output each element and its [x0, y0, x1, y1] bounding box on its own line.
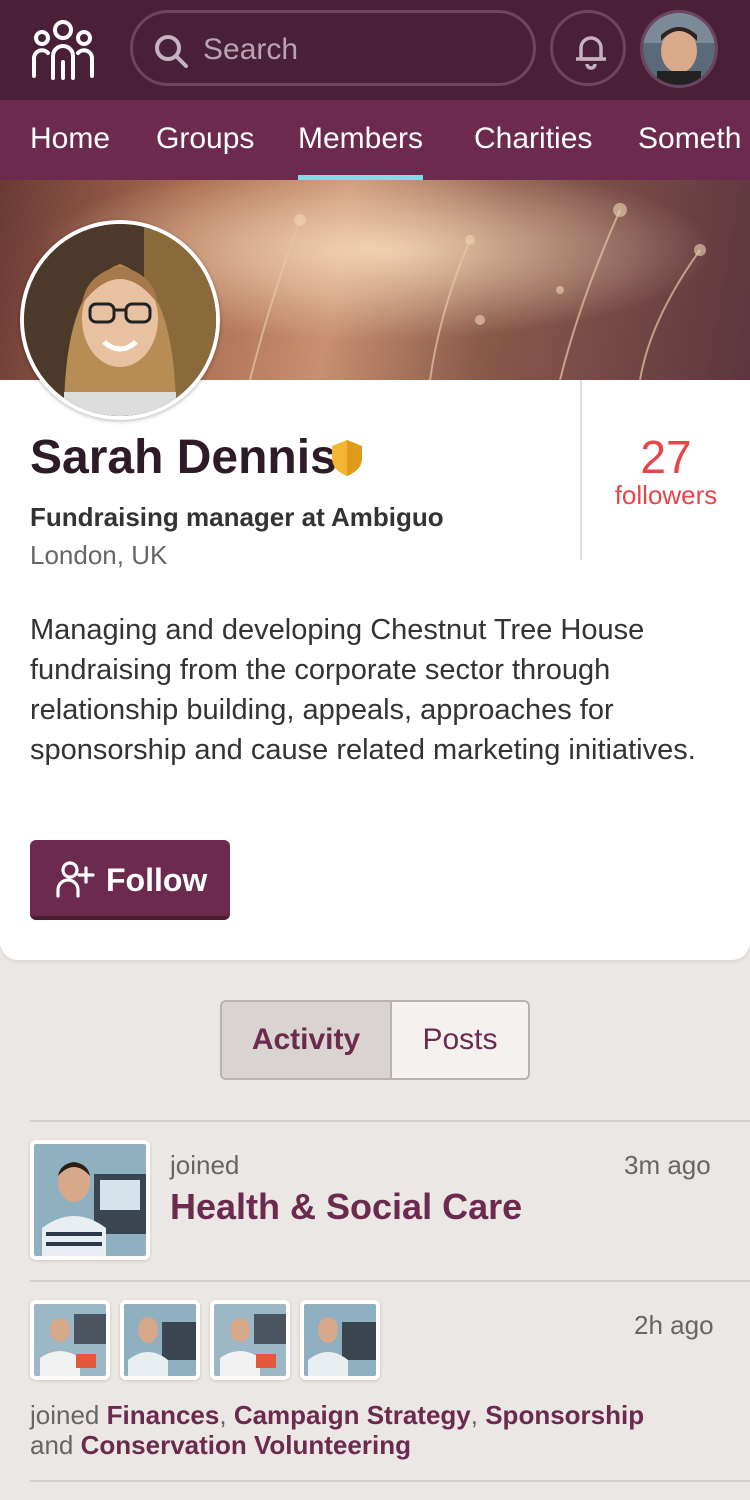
search-input[interactable]: [201, 27, 505, 73]
search-icon: [155, 35, 188, 68]
profile-name: Sarah Dennis: [30, 431, 337, 484]
search-bar[interactable]: [130, 10, 536, 86]
feed-group-link[interactable]: Sponsorship: [485, 1400, 644, 1430]
user-avatar[interactable]: [640, 10, 718, 88]
notifications-button[interactable]: [550, 10, 626, 86]
nav-item-home[interactable]: Home: [30, 100, 110, 180]
shield-icon: [330, 438, 364, 483]
feed-verb: joined: [170, 1150, 240, 1180]
nav-item-charities[interactable]: Charities: [474, 100, 592, 180]
nav-item-groups[interactable]: Groups: [156, 100, 254, 180]
followers-label[interactable]: followers: [582, 480, 750, 511]
followers-count[interactable]: 27: [582, 430, 750, 484]
tab-posts[interactable]: Posts: [392, 1002, 528, 1078]
feed-divider: [30, 1280, 750, 1282]
feed-verb: joined: [30, 1400, 100, 1430]
feed-time: 2h ago: [634, 1310, 714, 1340]
add-user-icon: [56, 861, 95, 898]
feed-group-link[interactable]: Conservation Volunteering: [81, 1430, 411, 1460]
follow-button-label: Follow: [106, 862, 208, 898]
group-thumbnail[interactable]: [300, 1300, 380, 1380]
people-group-icon[interactable]: [28, 16, 98, 86]
feed-group-link[interactable]: Campaign Strategy: [234, 1400, 471, 1430]
feed-joined-groups: joined Finances, Campaign Strategy, Spon…: [30, 1400, 645, 1460]
profile-avatar: [20, 220, 220, 420]
profile-bio: Managing and developing Chestnut Tree Ho…: [30, 614, 696, 766]
feed-conjunction: and: [30, 1430, 74, 1460]
feed-group-link[interactable]: Health & Social Care: [170, 1186, 522, 1228]
group-thumbnail[interactable]: [120, 1300, 200, 1380]
top-bar: [0, 0, 750, 100]
group-thumbnail[interactable]: [30, 1140, 150, 1260]
nav-item-something[interactable]: Someth: [638, 100, 741, 180]
tab-activity[interactable]: Activity: [222, 1002, 392, 1078]
nav-item-members[interactable]: Members: [298, 100, 424, 180]
feed-group-link[interactable]: Finances: [107, 1400, 220, 1430]
follow-button[interactable]: Follow: [30, 840, 230, 920]
profile-tabs: Activity Posts: [220, 1000, 530, 1080]
feed-time: 3m ago: [624, 1150, 711, 1180]
profile-job-title: Fundraising manager at Ambiguo: [30, 502, 444, 532]
feed-divider: [30, 1480, 750, 1482]
bell-icon: [576, 36, 606, 70]
profile-location: London, UK: [30, 540, 168, 570]
group-thumbnail[interactable]: [210, 1300, 290, 1380]
group-thumbnail[interactable]: [30, 1300, 110, 1380]
main-nav: Home Groups Members Charities Someth: [0, 100, 750, 180]
feed-divider: [30, 1120, 750, 1122]
